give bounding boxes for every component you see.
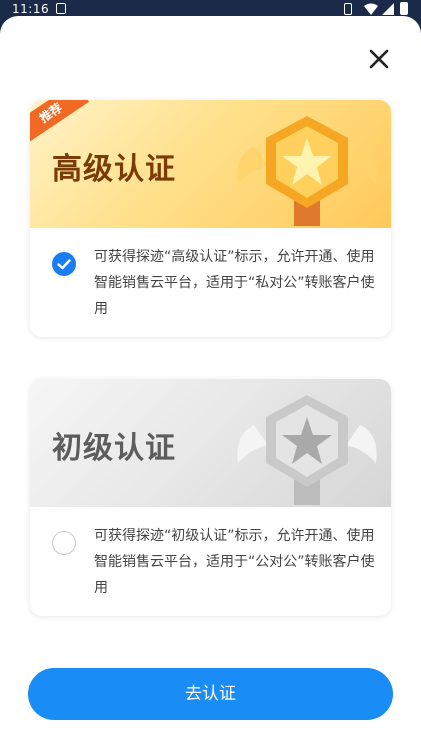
status-time: 11:16 [12, 2, 50, 16]
vibrate-icon [344, 3, 352, 15]
notification-icon [56, 3, 66, 14]
advanced-certification-option[interactable]: 推荐 高级认证 可获得探迹“高级认证”标示，允许开通、使用智能销售云平台，适用于… [30, 100, 391, 337]
selected-check-icon [52, 252, 76, 276]
battery-icon [400, 2, 408, 15]
verification-sheet: 推荐 高级认证 可获得探迹“高级认证”标示，允许开通、使用智能销售云平台，适用于… [0, 16, 421, 748]
silver-medal-icon [237, 395, 377, 505]
basic-description: 可获得探迹“初级认证”标示，允许开通、使用智能销售云平台，适用于“公对公”转账客… [94, 528, 375, 596]
basic-title: 初级认证 [52, 431, 176, 466]
go-verify-button[interactable]: 去认证 [28, 668, 393, 720]
advanced-description: 可获得探迹“高级认证”标示，允许开通、使用智能销售云平台，适用于“私对公”转账客… [94, 249, 375, 317]
gold-medal-icon [237, 116, 377, 226]
advanced-title: 高级认证 [52, 152, 176, 187]
recommend-ribbon: 推荐 [30, 100, 90, 145]
signal-icon [382, 3, 394, 15]
advanced-banner: 推荐 高级认证 [30, 100, 391, 228]
basic-certification-option[interactable]: 初级认证 可获得探迹“初级认证”标示，允许开通、使用智能销售云平台，适用于“公对… [30, 379, 391, 616]
close-icon[interactable] [364, 44, 394, 74]
unselected-radio-icon [52, 531, 76, 555]
wifi-icon [364, 3, 378, 15]
basic-banner: 初级认证 [30, 379, 391, 507]
